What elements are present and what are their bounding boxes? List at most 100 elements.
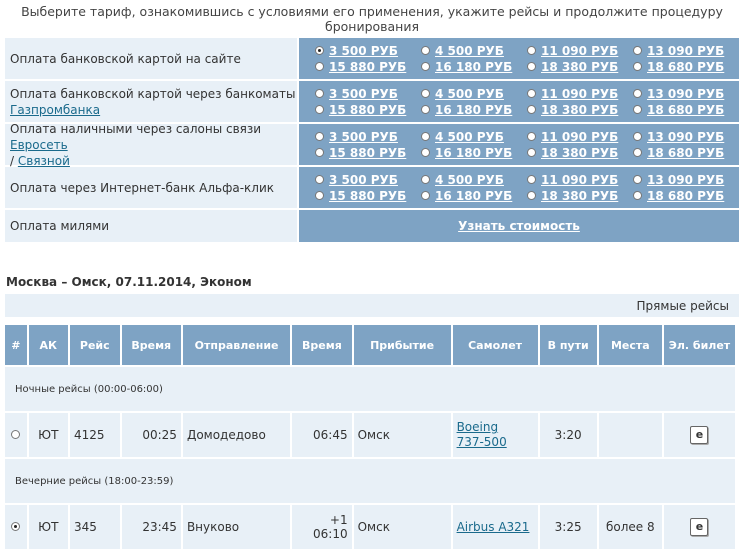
payment-label: Оплата через Интернет-банк Альфа-клик [10,180,275,195]
payment-label: Оплата банковской картой через банкоматы [10,86,296,101]
radio-button[interactable] [633,89,642,98]
fare-option[interactable]: 13 090 РУБ [633,86,739,102]
gazprombank-link[interactable]: Газпромбанка [10,102,297,118]
fare-option[interactable]: 4 500 РУБ [421,172,527,188]
flight-radio-button[interactable] [11,522,21,531]
payment-label: Оплата милями [10,219,110,233]
radio-button[interactable] [315,132,324,141]
route-title: Москва – Омск, 07.11.2014, Эконом [6,275,252,289]
group-title: Ночные рейсы (00:00-06:00) [5,367,735,411]
fare-option[interactable]: 16 180 РУБ [421,102,527,118]
radio-button[interactable] [527,105,536,114]
fare-option[interactable]: 15 880 РУБ [315,188,421,204]
fare-option[interactable]: 18 680 РУБ [633,102,739,118]
radio-button[interactable] [421,89,430,98]
radio-button[interactable] [315,105,324,114]
radio-button[interactable] [527,148,536,157]
col-header: # [5,325,27,365]
radio-button[interactable] [315,46,324,55]
col-header: АК [28,325,69,365]
radio-button[interactable] [421,105,430,114]
radio-button[interactable] [633,105,642,114]
flight-row[interactable]: ЮТ 4125 00:25 Домодедово 06:45 Омск Boei… [5,413,735,457]
fare-option[interactable]: 3 500 РУБ [315,43,421,59]
radio-button[interactable] [633,46,642,55]
radio-button[interactable] [633,132,642,141]
fare-option[interactable]: 15 880 РУБ [315,102,421,118]
radio-button[interactable] [421,191,430,200]
airline-code: ЮТ [28,505,69,549]
radio-button[interactable] [633,62,642,71]
airline-code: ЮТ [28,413,69,457]
fare-option[interactable]: 18 680 РУБ [633,145,739,161]
check-miles-price-link[interactable]: Узнать стоимость [299,210,739,242]
radio-button[interactable] [527,62,536,71]
fare-option[interactable]: 4 500 РУБ [421,43,527,59]
fare-option[interactable]: 18 380 РУБ [527,145,633,161]
radio-button[interactable] [315,191,324,200]
radio-button[interactable] [421,46,430,55]
radio-button[interactable] [633,191,642,200]
fare-option[interactable]: 15 880 РУБ [315,145,421,161]
radio-button[interactable] [421,62,430,71]
fare-option[interactable]: 18 380 РУБ [527,102,633,118]
fare-option[interactable]: 18 680 РУБ [633,188,739,204]
col-header: Прибытие [353,325,451,365]
fare-option[interactable]: 15 880 РУБ [315,59,421,75]
radio-button[interactable] [527,175,536,184]
fare-price-grid: 3 500 РУБ 4 500 РУБ 11 090 РУБ 13 090 РУ… [299,81,739,122]
radio-button[interactable] [315,89,324,98]
radio-button[interactable] [527,132,536,141]
col-header: Места [598,325,662,365]
radio-button[interactable] [421,175,430,184]
radio-button[interactable] [633,175,642,184]
fare-option[interactable]: 11 090 РУБ [527,86,633,102]
fare-option[interactable]: 11 090 РУБ [527,172,633,188]
direct-flights-label: Прямые рейсы [636,298,729,313]
flight-radio-button[interactable] [11,430,21,439]
payment-label: Оплата банковской картой на сайте [10,51,241,66]
fare-option[interactable]: 3 500 РУБ [315,129,421,145]
fare-option[interactable]: 13 090 РУБ [633,43,739,59]
payment-row-atm: Оплата банковской картой через банкоматы… [5,81,739,122]
svyaznoy-link[interactable]: Связной [18,154,70,168]
group-title: Вечерние рейсы (18:00-23:59) [5,459,735,503]
aircraft-link[interactable]: Airbus A321 [457,520,538,535]
fare-option[interactable]: 3 500 РУБ [315,172,421,188]
radio-button[interactable] [421,132,430,141]
fare-option[interactable]: 11 090 РУБ [527,43,633,59]
flight-row[interactable]: ЮТ 345 23:45 Внуково +1 06:10 Омск Airbu… [5,505,735,549]
euroset-link[interactable]: Евросеть [10,138,68,152]
direct-flights-bar: Прямые рейсы [5,294,739,320]
fare-option[interactable]: 4 500 РУБ [421,86,527,102]
fare-option[interactable]: 3 500 РУБ [315,86,421,102]
fare-option[interactable]: 16 180 РУБ [421,145,527,161]
radio-button[interactable] [527,46,536,55]
fare-option[interactable]: 13 090 РУБ [633,129,739,145]
payment-row-cash: Оплата наличными через салоны связи Евро… [5,122,739,168]
fare-option[interactable]: 13 090 РУБ [633,172,739,188]
departure-airport: Внуково [182,505,291,549]
fare-option[interactable]: 18 680 РУБ [633,59,739,75]
payment-row-alfa-click: Оплата через Интернет-банк Альфа-клик 3 … [5,167,739,208]
radio-button[interactable] [633,148,642,157]
flight-duration: 3:20 [539,413,597,457]
radio-button[interactable] [315,62,324,71]
col-header: Рейс [70,325,120,365]
radio-button[interactable] [315,148,324,157]
fare-option[interactable]: 18 380 РУБ [527,59,633,75]
aircraft-link-line2[interactable]: 737-500 [457,435,538,450]
radio-button[interactable] [527,191,536,200]
aircraft-link[interactable]: Boeing [457,420,538,435]
seats-available: более 8 [598,505,662,549]
fare-option[interactable]: 16 180 РУБ [421,188,527,204]
fare-option[interactable]: 11 090 РУБ [527,129,633,145]
fare-option[interactable]: 18 380 РУБ [527,188,633,204]
fare-option[interactable]: 16 180 РУБ [421,59,527,75]
fare-price-grid: 3 500 РУБ 4 500 РУБ 11 090 РУБ 13 090 РУ… [299,124,739,165]
radio-button[interactable] [315,175,324,184]
fare-option[interactable]: 4 500 РУБ [421,129,527,145]
radio-button[interactable] [421,148,430,157]
col-header: Эл. билет [663,325,735,365]
radio-button[interactable] [527,89,536,98]
